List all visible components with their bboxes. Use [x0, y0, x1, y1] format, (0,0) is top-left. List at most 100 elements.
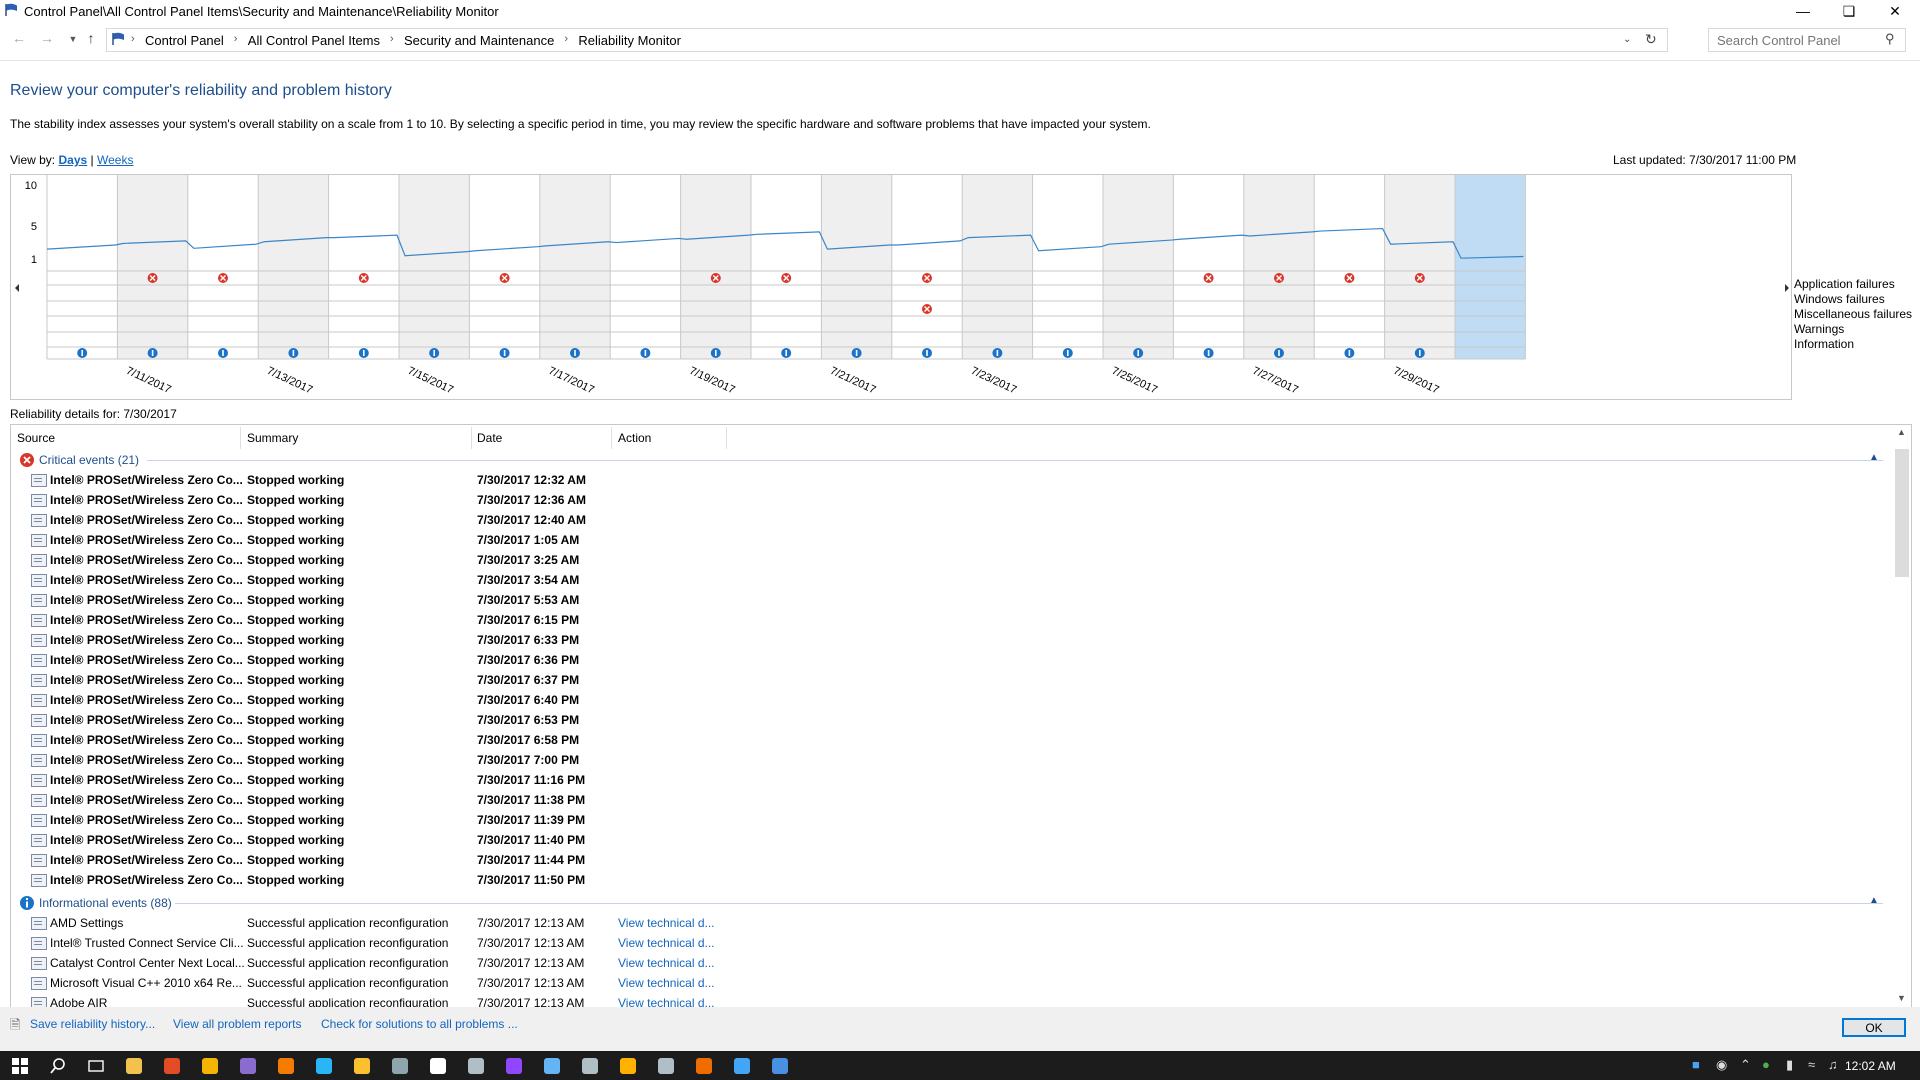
table-row[interactable]: Catalyst Control Center Next Local... Suc… — [11, 953, 1891, 973]
collapse-icon[interactable]: ▲ — [1869, 452, 1879, 463]
table-row[interactable]: Intel® PROSet/Wireless Zero Co... Stopped… — [11, 830, 1891, 850]
chevron-right-icon[interactable]: › — [390, 33, 394, 45]
chart-day-column[interactable] — [1243, 175, 1315, 359]
app-icon[interactable] — [316, 1058, 332, 1074]
table-row[interactable]: Intel® PROSet/Wireless Zero Co... Stopped… — [11, 510, 1891, 530]
chart-day-column[interactable] — [751, 175, 822, 359]
scroll-down-icon[interactable]: ▼ — [1897, 993, 1906, 1003]
volume-icon[interactable]: ♫ — [1828, 1057, 1838, 1072]
chart-day-column[interactable] — [469, 175, 540, 359]
minimize-icon[interactable]: — — [1780, 0, 1826, 22]
tray-controller-icon[interactable]: ◉ — [1716, 1057, 1727, 1073]
view-all-problem-reports-link[interactable]: View all problem reports — [173, 1017, 302, 1031]
informational-events-header[interactable]: Informational events (88) — [39, 896, 172, 910]
table-row[interactable]: Intel® PROSet/Wireless Zero Co... Stopped… — [11, 690, 1891, 710]
triangle-left-icon[interactable] — [15, 284, 19, 292]
chart-day-column[interactable] — [1314, 175, 1385, 359]
check-solutions-link[interactable]: Check for solutions to all problems ... — [321, 1017, 518, 1031]
ok-button[interactable]: OK — [1842, 1018, 1906, 1037]
wifi-icon[interactable]: ≈ — [1808, 1057, 1815, 1072]
app-icon[interactable] — [620, 1058, 636, 1074]
breadcrumb-reliability-monitor[interactable]: Reliability Monitor — [578, 33, 681, 48]
table-row[interactable]: Adobe AIR Successful application reconfig… — [11, 993, 1891, 1007]
table-row[interactable]: Intel® PROSet/Wireless Zero Co... Stopped… — [11, 590, 1891, 610]
chevron-right-icon[interactable]: › — [234, 33, 238, 45]
stability-chart[interactable]: 10 5 1 7/11/2017 7/13/2017 7/15/2017 7/17/2017… — [10, 174, 1792, 400]
save-reliability-history-link[interactable]: Save reliability history... — [30, 1017, 155, 1031]
column-source[interactable]: Source — [17, 431, 55, 445]
table-row[interactable]: Intel® PROSet/Wireless Zero Co... Stopped… — [11, 650, 1891, 670]
address-box[interactable]: › Control Panel › All Control Panel Item… — [106, 28, 1668, 52]
search-input[interactable] — [1715, 32, 1879, 49]
taskbar-clock[interactable]: 12:02 AM — [1845, 1059, 1896, 1073]
table-row[interactable]: Intel® PROSet/Wireless Zero Co... Stopped… — [11, 630, 1891, 650]
critical-events-header[interactable]: Critical events (21) — [39, 453, 139, 467]
view-weeks-link[interactable]: Weeks — [97, 153, 133, 167]
table-row[interactable]: Intel® PROSet/Wireless Zero Co... Stopped… — [11, 670, 1891, 690]
view-technical-details-link[interactable]: View technical d... — [618, 916, 715, 930]
table-row[interactable]: Intel® Trusted Connect Service Cli... Suc… — [11, 933, 1891, 953]
column-separator[interactable] — [471, 427, 472, 449]
app-icon[interactable] — [658, 1058, 674, 1074]
search-icon[interactable] — [50, 1058, 66, 1074]
app-icon[interactable] — [468, 1058, 484, 1074]
restore-icon[interactable]: ❏ — [1826, 0, 1872, 22]
chart-day-column[interactable] — [47, 175, 118, 359]
column-separator[interactable] — [726, 427, 727, 449]
table-row[interactable]: Intel® PROSet/Wireless Zero Co... Stopped… — [11, 710, 1891, 730]
app-icon[interactable] — [354, 1058, 370, 1074]
table-row[interactable]: Intel® PROSet/Wireless Zero Co... Stopped… — [11, 770, 1891, 790]
chrome-canary-icon[interactable] — [202, 1058, 218, 1074]
column-action[interactable]: Action — [618, 431, 651, 445]
view-technical-details-link[interactable]: View technical d... — [618, 976, 715, 990]
column-summary[interactable]: Summary — [247, 431, 298, 445]
column-separator[interactable] — [611, 427, 612, 449]
table-row[interactable]: Intel® PROSet/Wireless Zero Co... Stopped… — [11, 530, 1891, 550]
forward-arrow-icon[interactable]: → — [36, 30, 58, 46]
table-row[interactable]: Intel® PROSet/Wireless Zero Co... Stopped… — [11, 490, 1891, 510]
app-icon[interactable] — [392, 1058, 408, 1074]
chart-day-column[interactable] — [610, 175, 681, 359]
up-arrow-icon[interactable]: ↑ — [80, 30, 102, 46]
chart-day-column[interactable] — [1103, 175, 1174, 359]
chart-day-column[interactable] — [117, 175, 188, 359]
vlc-icon[interactable] — [278, 1058, 294, 1074]
back-arrow-icon[interactable]: ← — [8, 30, 30, 46]
table-row[interactable]: Intel® PROSet/Wireless Zero Co... Stopped… — [11, 610, 1891, 630]
windows-start-icon[interactable] — [12, 1058, 28, 1074]
chevron-down-icon[interactable]: ⌄ — [1623, 34, 1631, 45]
chart-day-column[interactable] — [258, 175, 329, 359]
breadcrumb-security[interactable]: Security and Maintenance — [404, 33, 554, 48]
chart-day-column[interactable] — [328, 175, 399, 359]
control-panel-icon[interactable] — [772, 1058, 788, 1074]
chart-day-column[interactable] — [187, 175, 259, 359]
app-icon[interactable] — [696, 1058, 712, 1074]
steam-icon[interactable] — [582, 1058, 598, 1074]
battery-icon[interactable]: ▮ — [1786, 1057, 1793, 1073]
column-date[interactable]: Date — [477, 431, 502, 445]
breadcrumb-all-items[interactable]: All Control Panel Items — [248, 33, 380, 48]
chart-day-column[interactable] — [821, 175, 892, 359]
chart-day-column[interactable] — [1032, 175, 1103, 359]
scroll-up-icon[interactable]: ▲ — [1897, 427, 1906, 437]
close-icon[interactable]: ✕ — [1872, 0, 1918, 22]
table-row[interactable]: Intel® PROSet/Wireless Zero Co... Stopped… — [11, 790, 1891, 810]
tray-shield-icon[interactable]: ● — [1762, 1057, 1770, 1072]
chart-day-column[interactable] — [680, 175, 751, 359]
chart-day-column[interactable] — [399, 175, 470, 359]
chart-day-column[interactable] — [1455, 175, 1526, 359]
task-view-icon[interactable] — [88, 1058, 104, 1074]
tray-chevron-icon[interactable]: ⌃ — [1740, 1057, 1751, 1073]
tray-app-icon[interactable]: ■ — [1692, 1057, 1700, 1072]
chart-day-column[interactable] — [1173, 175, 1244, 359]
table-row[interactable]: Intel® PROSet/Wireless Zero Co... Stopped… — [11, 550, 1891, 570]
chart-day-column[interactable] — [962, 175, 1033, 359]
twitch-icon[interactable] — [506, 1058, 522, 1074]
table-row[interactable]: Microsoft Visual C++ 2010 x64 Re... Succe… — [11, 973, 1891, 993]
chart-day-column[interactable] — [1384, 175, 1455, 359]
view-technical-details-link[interactable]: View technical d... — [618, 936, 715, 950]
chrome-icon[interactable] — [164, 1058, 180, 1074]
breadcrumb-control-panel[interactable]: Control Panel — [145, 33, 224, 48]
view-technical-details-link[interactable]: View technical d... — [618, 956, 715, 970]
triangle-right-icon[interactable] — [1785, 284, 1789, 292]
